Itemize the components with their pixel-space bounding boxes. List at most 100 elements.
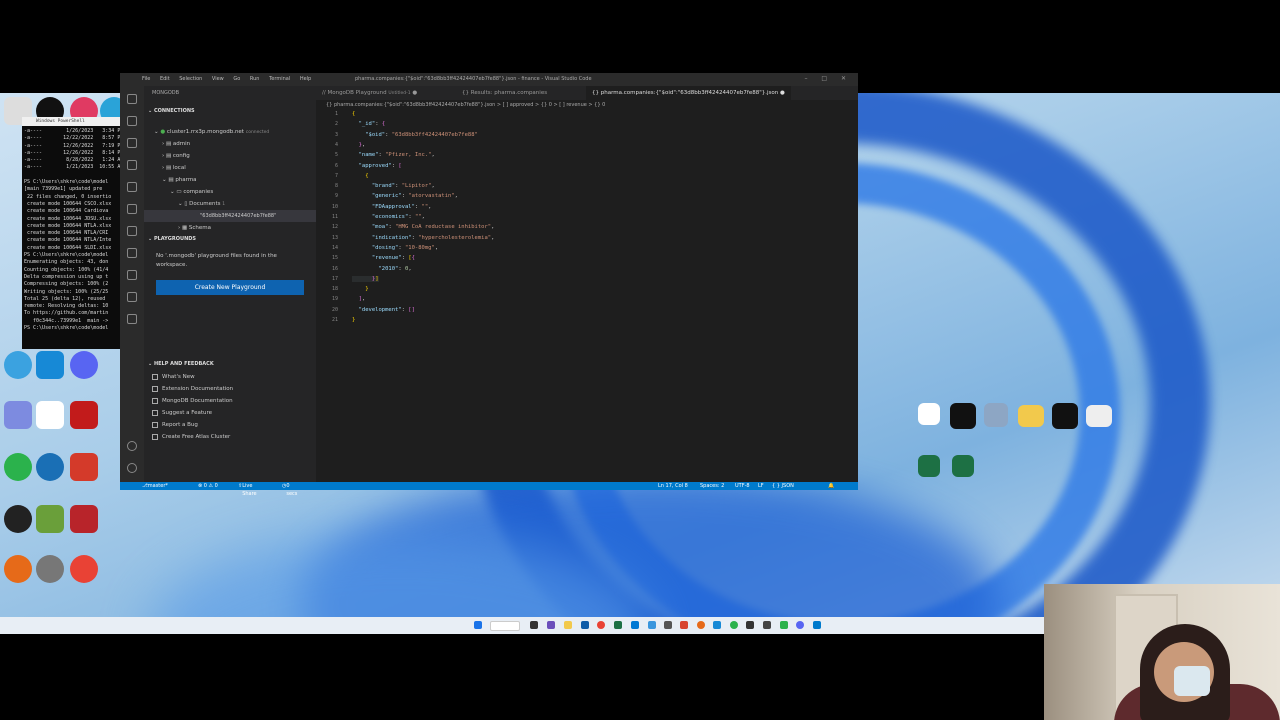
window-controls[interactable]: – □ ✕ — [804, 75, 852, 82]
code-editor[interactable]: 1 2 3 4 5 6 7 8 9 10 11 12 13 14 15 16 17 18 19 20 21 { "_id… — [316, 111, 858, 482]
app-icon[interactable] — [918, 403, 940, 425]
excel-icon[interactable] — [614, 621, 622, 629]
code-line[interactable]: { — [352, 111, 355, 117]
app-icon[interactable] — [780, 621, 788, 629]
app-icon[interactable] — [1086, 405, 1112, 427]
menu-help[interactable]: Help — [300, 76, 311, 82]
remote-explorer-icon[interactable] — [127, 204, 137, 214]
connections-section[interactable]: ⌄ CONNECTIONS — [144, 106, 316, 118]
menu-selection[interactable]: Selection — [179, 76, 202, 82]
bookmark-icon[interactable] — [127, 292, 137, 302]
app-icon[interactable] — [713, 621, 721, 629]
excel-file-icon[interactable] — [918, 455, 940, 477]
code-line[interactable]: "economics": "", — [352, 214, 425, 220]
help-report-bug[interactable]: Report a Bug — [144, 419, 316, 431]
code-line[interactable]: { — [352, 173, 368, 179]
excel-file-icon[interactable] — [952, 455, 974, 477]
help-suggest-feature[interactable]: Suggest a Feature — [144, 407, 316, 419]
live-share-icon[interactable] — [127, 270, 137, 280]
firefox-icon[interactable] — [4, 555, 32, 583]
tree-item-documents[interactable]: ⌄ ▯ Documents 1 — [144, 198, 316, 210]
branch-status[interactable]: ⎇ master* — [142, 482, 168, 490]
app-icon[interactable] — [648, 621, 656, 629]
language-mode[interactable]: { } JSON — [772, 482, 794, 490]
help-mongodb-docs[interactable]: MongoDB Documentation — [144, 395, 316, 407]
discord-icon[interactable] — [796, 621, 804, 629]
app-icon[interactable] — [984, 403, 1008, 427]
start-icon[interactable] — [474, 621, 482, 629]
code-line[interactable]: "2010": 0, — [352, 266, 412, 272]
run-debug-icon[interactable] — [127, 160, 137, 170]
code-line[interactable]: "brand": "Lipitor", — [352, 183, 435, 189]
titlebar[interactable]: File Edit Selection View Go Run Terminal… — [120, 73, 858, 86]
app-icon[interactable] — [746, 621, 754, 629]
code-line-current[interactable]: }] — [352, 275, 379, 282]
tree-item-cluster[interactable]: ⌄ ● cluster1.rrx3p.mongodb.net connected — [144, 126, 316, 138]
code-line[interactable]: "development": [] — [352, 307, 415, 313]
testing-icon[interactable] — [127, 226, 137, 236]
chat-icon[interactable] — [547, 621, 555, 629]
app-icon[interactable] — [70, 453, 98, 481]
app-icon[interactable] — [4, 453, 32, 481]
app-icon[interactable] — [4, 351, 32, 379]
chrome-icon[interactable] — [597, 621, 605, 629]
notifications-icon[interactable]: 🔔 — [828, 482, 834, 490]
vr-icon[interactable] — [36, 401, 64, 429]
tree-item-pharma[interactable]: ⌄ ▤ pharma — [144, 174, 316, 186]
file-explorer-icon[interactable] — [564, 621, 572, 629]
code-line[interactable]: "approved": [ — [352, 163, 402, 169]
app-icon[interactable] — [631, 621, 639, 629]
code-line[interactable]: }, — [352, 142, 366, 148]
discord-icon[interactable] — [70, 351, 98, 379]
indentation[interactable]: Spaces: 2 — [700, 482, 724, 490]
problems-status[interactable]: ⊗ 0 ⚠ 0 — [198, 482, 218, 490]
chrome-icon[interactable] — [70, 555, 98, 583]
search-icon[interactable] — [490, 621, 520, 631]
menu-file[interactable]: File — [142, 76, 150, 82]
vscode-window[interactable]: File Edit Selection View Go Run Terminal… — [120, 73, 858, 497]
search-icon[interactable] — [127, 116, 137, 126]
account-icon[interactable] — [127, 441, 137, 451]
code-line[interactable]: "_id": { — [352, 121, 386, 127]
line-ending[interactable]: LF — [758, 482, 764, 490]
timer-status[interactable]: ◷ 0 secs — [282, 482, 297, 497]
app-icon[interactable] — [4, 401, 32, 429]
code-line[interactable]: "dosing": "10-80mg", — [352, 245, 438, 251]
code-line[interactable]: "FDAapproval": "", — [352, 204, 432, 210]
app-icon[interactable] — [4, 505, 32, 533]
code-line[interactable]: ], — [352, 296, 366, 302]
code-line[interactable]: "revenue": [{ — [352, 255, 415, 261]
app-icon[interactable] — [36, 453, 64, 481]
vscode-icon[interactable] — [813, 621, 821, 629]
app-icon[interactable] — [730, 621, 738, 629]
tree-item-local[interactable]: › ▤ local — [144, 162, 316, 174]
tree-item-config[interactable]: › ▤ config — [144, 150, 316, 162]
menu-run[interactable]: Run — [250, 76, 260, 82]
code-line[interactable]: "moa": "HMG CoA reductase inhibitor", — [352, 224, 495, 230]
app-icon[interactable] — [950, 403, 976, 429]
tree-item-admin[interactable]: › ▤ admin — [144, 138, 316, 150]
explorer-icon[interactable] — [127, 94, 137, 104]
create-playground-button[interactable]: Create New Playground — [156, 280, 304, 295]
tree-item-schema[interactable]: › ▦ Schema — [144, 222, 316, 234]
code-line[interactable]: } — [352, 286, 368, 292]
tree-item-document[interactable]: "63d8bb3ff42424407eb7fe88" — [144, 210, 316, 222]
teamviewer-icon[interactable] — [36, 351, 64, 379]
source-control-icon[interactable] — [127, 138, 137, 148]
tab-mongodb-playground[interactable]: // MongoDB Playground Untitled-1 ● — [316, 86, 423, 100]
terminal-icon[interactable] — [763, 621, 771, 629]
tab-document-json[interactable]: {} pharma.companies:{"$oid":"63d8bb3ff42… — [586, 86, 791, 100]
app-icon[interactable] — [1052, 403, 1078, 429]
help-create-atlas[interactable]: Create Free Atlas Cluster — [144, 431, 316, 443]
tree-item-companies[interactable]: ⌄ ▭ companies — [144, 186, 316, 198]
extensions-icon[interactable] — [127, 182, 137, 192]
code-line[interactable]: "name": "Pfizer, Inc.", — [352, 152, 435, 158]
menu-terminal[interactable]: Terminal — [269, 76, 290, 82]
docker-icon[interactable] — [127, 248, 137, 258]
help-extension-docs[interactable]: Extension Documentation — [144, 383, 316, 395]
breadcrumb[interactable]: {} pharma.companies:{"$oid":"63d8bb3ff42… — [326, 102, 605, 108]
help-feedback-section[interactable]: ⌄ HELP AND FEEDBACK — [144, 359, 316, 371]
playgrounds-section[interactable]: ⌄ PLAYGROUNDS — [144, 234, 316, 246]
menu-edit[interactable]: Edit — [160, 76, 170, 82]
live-share-status[interactable]: ⇪ Live Share — [238, 482, 257, 497]
